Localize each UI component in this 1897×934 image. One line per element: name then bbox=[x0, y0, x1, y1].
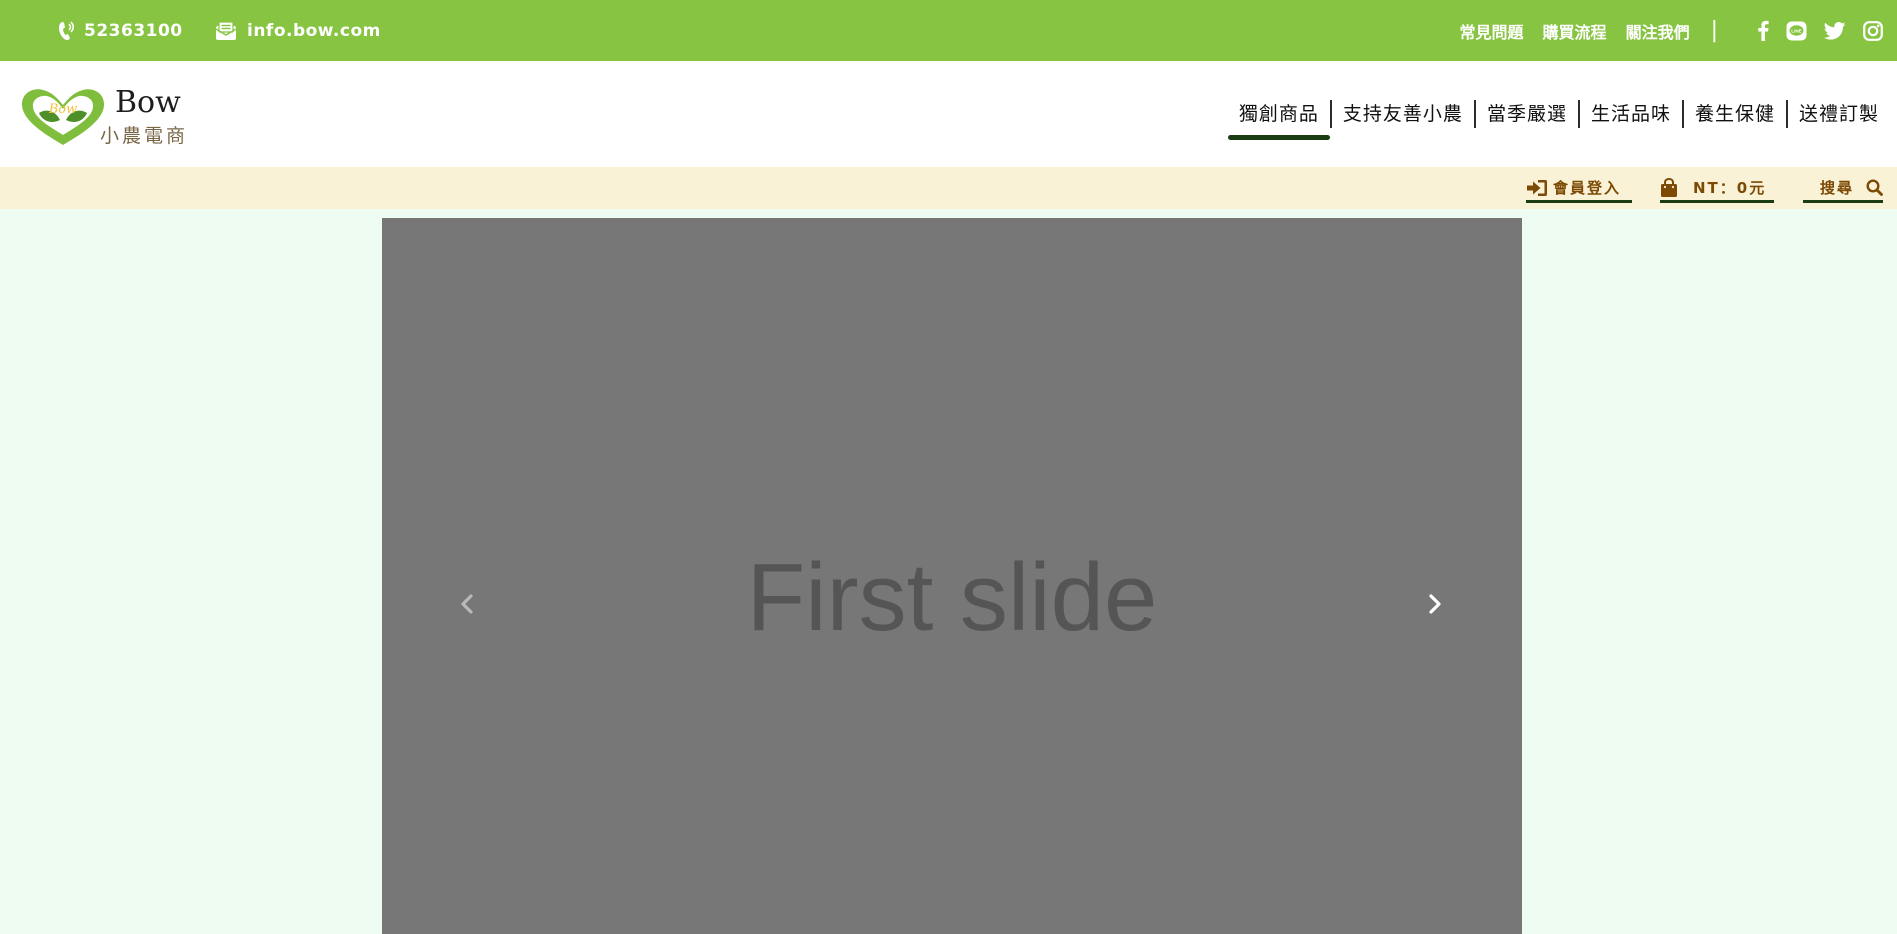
cart-button[interactable]: NT：0元 bbox=[1660, 177, 1774, 203]
site-header: Bow Bow 小農電商 獨創商品 支持友善小農 當季嚴選 生活品味 養生保健 … bbox=[0, 61, 1897, 167]
phone-number: 52363100 bbox=[84, 20, 183, 41]
mail-icon bbox=[215, 20, 237, 40]
chevron-right-icon bbox=[1429, 594, 1441, 614]
login-label: 會員登入 bbox=[1553, 179, 1622, 197]
top-bar: 52363100 info.bow.com 常見問題 購買流程 關注我們 | L… bbox=[0, 0, 1897, 61]
email-address: info.bow.com bbox=[247, 20, 381, 41]
phone-icon bbox=[59, 20, 74, 40]
heart-leaf-logo-icon: Bow bbox=[21, 89, 105, 145]
search-button[interactable]: 搜尋 bbox=[1803, 177, 1883, 203]
chevron-left-icon bbox=[461, 594, 473, 614]
email-contact[interactable]: info.bow.com bbox=[215, 0, 381, 61]
nav-seasonal-picks[interactable]: 當季嚴選 bbox=[1473, 100, 1578, 128]
twitter-icon[interactable] bbox=[1824, 21, 1846, 40]
nav-original-products[interactable]: 獨創商品 bbox=[1227, 100, 1330, 140]
svg-text:LINE: LINE bbox=[1791, 28, 1801, 33]
cart-total: NT：0元 bbox=[1693, 179, 1767, 197]
shopping-bag-icon bbox=[1661, 177, 1677, 197]
nav-lifestyle[interactable]: 生活品味 bbox=[1577, 100, 1682, 128]
svg-text:Bow: Bow bbox=[48, 102, 78, 117]
phone-contact[interactable]: 52363100 bbox=[58, 0, 183, 61]
utility-bar: 會員登入 NT：0元 搜尋 bbox=[0, 167, 1897, 209]
instagram-icon[interactable] bbox=[1863, 20, 1883, 41]
main-nav: 獨創商品 支持友善小農 當季嚴選 生活品味 養生保健 送禮訂製 bbox=[1227, 61, 1879, 167]
line-icon[interactable]: LINE bbox=[1786, 21, 1807, 41]
facebook-icon[interactable] bbox=[1757, 20, 1769, 41]
faq-link[interactable]: 常見問題 bbox=[1460, 19, 1524, 43]
member-login-button[interactable]: 會員登入 bbox=[1526, 177, 1632, 203]
search-icon bbox=[1866, 179, 1883, 196]
nav-support-farmers[interactable]: 支持友善小農 bbox=[1329, 100, 1474, 128]
top-links: 常見問題 購買流程 關注我們 | LINE bbox=[1441, 0, 1883, 61]
purchase-flow-link[interactable]: 購買流程 bbox=[1543, 19, 1607, 43]
divider: | bbox=[1710, 18, 1718, 43]
logo[interactable]: Bow Bow 小農電商 bbox=[20, 85, 195, 149]
brand-name: Bow bbox=[115, 85, 181, 120]
search-label: 搜尋 bbox=[1819, 179, 1854, 197]
nav-health[interactable]: 養生保健 bbox=[1681, 100, 1786, 128]
nav-gifts[interactable]: 送禮訂製 bbox=[1785, 100, 1879, 128]
follow-us-link[interactable]: 關注我們 bbox=[1626, 19, 1690, 43]
brand-subtitle: 小農電商 bbox=[100, 125, 189, 147]
sign-in-icon bbox=[1527, 179, 1547, 196]
slide-caption: First slide bbox=[746, 544, 1158, 651]
carousel-next-button[interactable] bbox=[1415, 584, 1455, 624]
carousel-prev-button[interactable] bbox=[447, 584, 487, 624]
hero-carousel: First slide bbox=[382, 218, 1522, 934]
